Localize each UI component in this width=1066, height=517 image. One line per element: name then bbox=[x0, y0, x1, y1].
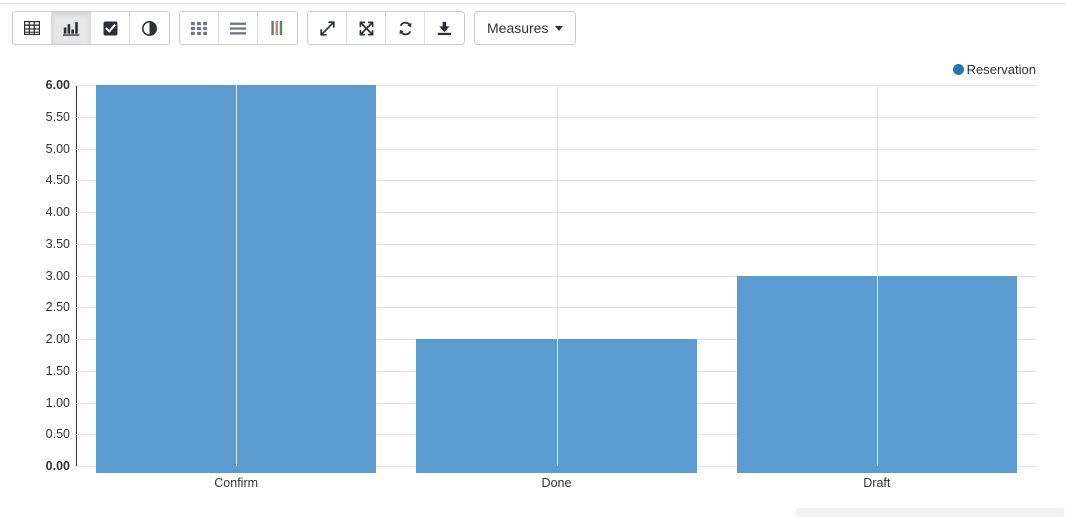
columns-icon bbox=[270, 21, 285, 35]
align-justify-icon bbox=[230, 22, 246, 35]
y-axis-tick-label: 5.00 bbox=[45, 141, 70, 156]
gridline-vertical bbox=[876, 85, 878, 466]
chart-toolbar: Measures bbox=[12, 11, 577, 45]
checkbox-icon bbox=[103, 21, 118, 36]
grid-cells-button[interactable] bbox=[180, 12, 219, 44]
bar-chart: Reservation 6.00 5.50 5.00 4.50 4.00 3.50 3.00… bbox=[0, 52, 1066, 492]
expand-arrows-icon bbox=[359, 21, 374, 36]
expand-diagonal-icon bbox=[319, 20, 335, 36]
plot-area bbox=[76, 85, 1037, 473]
align-justify-button[interactable] bbox=[219, 12, 258, 44]
y-axis-tick-label: 0.50 bbox=[45, 427, 70, 442]
y-axis-tick-label: 2.00 bbox=[45, 332, 70, 346]
x-axis-tick-label: Done bbox=[541, 476, 572, 490]
download-icon bbox=[437, 21, 452, 36]
toolbar-group-layout-modes bbox=[179, 11, 298, 45]
measures-dropdown-button[interactable]: Measures bbox=[474, 11, 577, 45]
y-axis-tick-label: 1.00 bbox=[45, 395, 70, 410]
contrast-icon bbox=[142, 20, 157, 36]
chart-legend: Reservation bbox=[952, 62, 1036, 77]
table-icon bbox=[24, 21, 40, 35]
gridline-vertical bbox=[236, 85, 238, 466]
legend-label-reservation: Reservation bbox=[966, 62, 1036, 77]
toolbar-group-view-modes bbox=[12, 11, 170, 45]
refresh-button[interactable] bbox=[386, 12, 425, 44]
fullscreen-button[interactable] bbox=[347, 12, 386, 44]
top-divider bbox=[0, 3, 1066, 4]
y-axis-tick-label: 0.00 bbox=[45, 459, 70, 473]
selection-checkbox-button[interactable] bbox=[91, 12, 130, 44]
download-button[interactable] bbox=[425, 12, 464, 44]
y-axis-tick-label: 3.50 bbox=[45, 236, 70, 251]
y-axis-tick-label: 1.50 bbox=[45, 363, 70, 378]
gridline-vertical bbox=[556, 85, 558, 466]
horizontal-scrollbar[interactable] bbox=[795, 508, 1065, 517]
toolbar-group-actions bbox=[307, 11, 465, 45]
expand-diagonal-button[interactable] bbox=[308, 12, 347, 44]
grid-cells-icon bbox=[191, 21, 207, 35]
y-axis-tick-label: 5.50 bbox=[45, 109, 70, 124]
x-axis-tick-label: Draft bbox=[863, 476, 891, 490]
caret-down-icon bbox=[555, 25, 564, 31]
bar-chart-icon bbox=[62, 21, 80, 36]
y-axis-labels: 6.00 5.50 5.00 4.50 4.00 3.50 3.00 2.50 2.00 1.50… bbox=[0, 78, 70, 473]
legend-dot-icon bbox=[952, 64, 964, 75]
bar-chart-view-button[interactable] bbox=[52, 12, 91, 44]
contrast-button[interactable] bbox=[130, 12, 169, 44]
y-axis-tick-label: 4.50 bbox=[45, 173, 70, 188]
table-view-button[interactable] bbox=[13, 12, 52, 44]
y-axis-tick-label: 4.00 bbox=[45, 205, 70, 219]
measures-label: Measures bbox=[487, 20, 549, 36]
y-axis-tick-label: 2.50 bbox=[45, 300, 70, 315]
x-axis-tick-label: Confirm bbox=[214, 476, 259, 490]
y-axis-tick-label: 6.00 bbox=[45, 78, 70, 92]
refresh-icon bbox=[398, 21, 413, 36]
y-axis-tick-label: 3.00 bbox=[45, 268, 70, 283]
columns-button[interactable] bbox=[258, 12, 297, 44]
